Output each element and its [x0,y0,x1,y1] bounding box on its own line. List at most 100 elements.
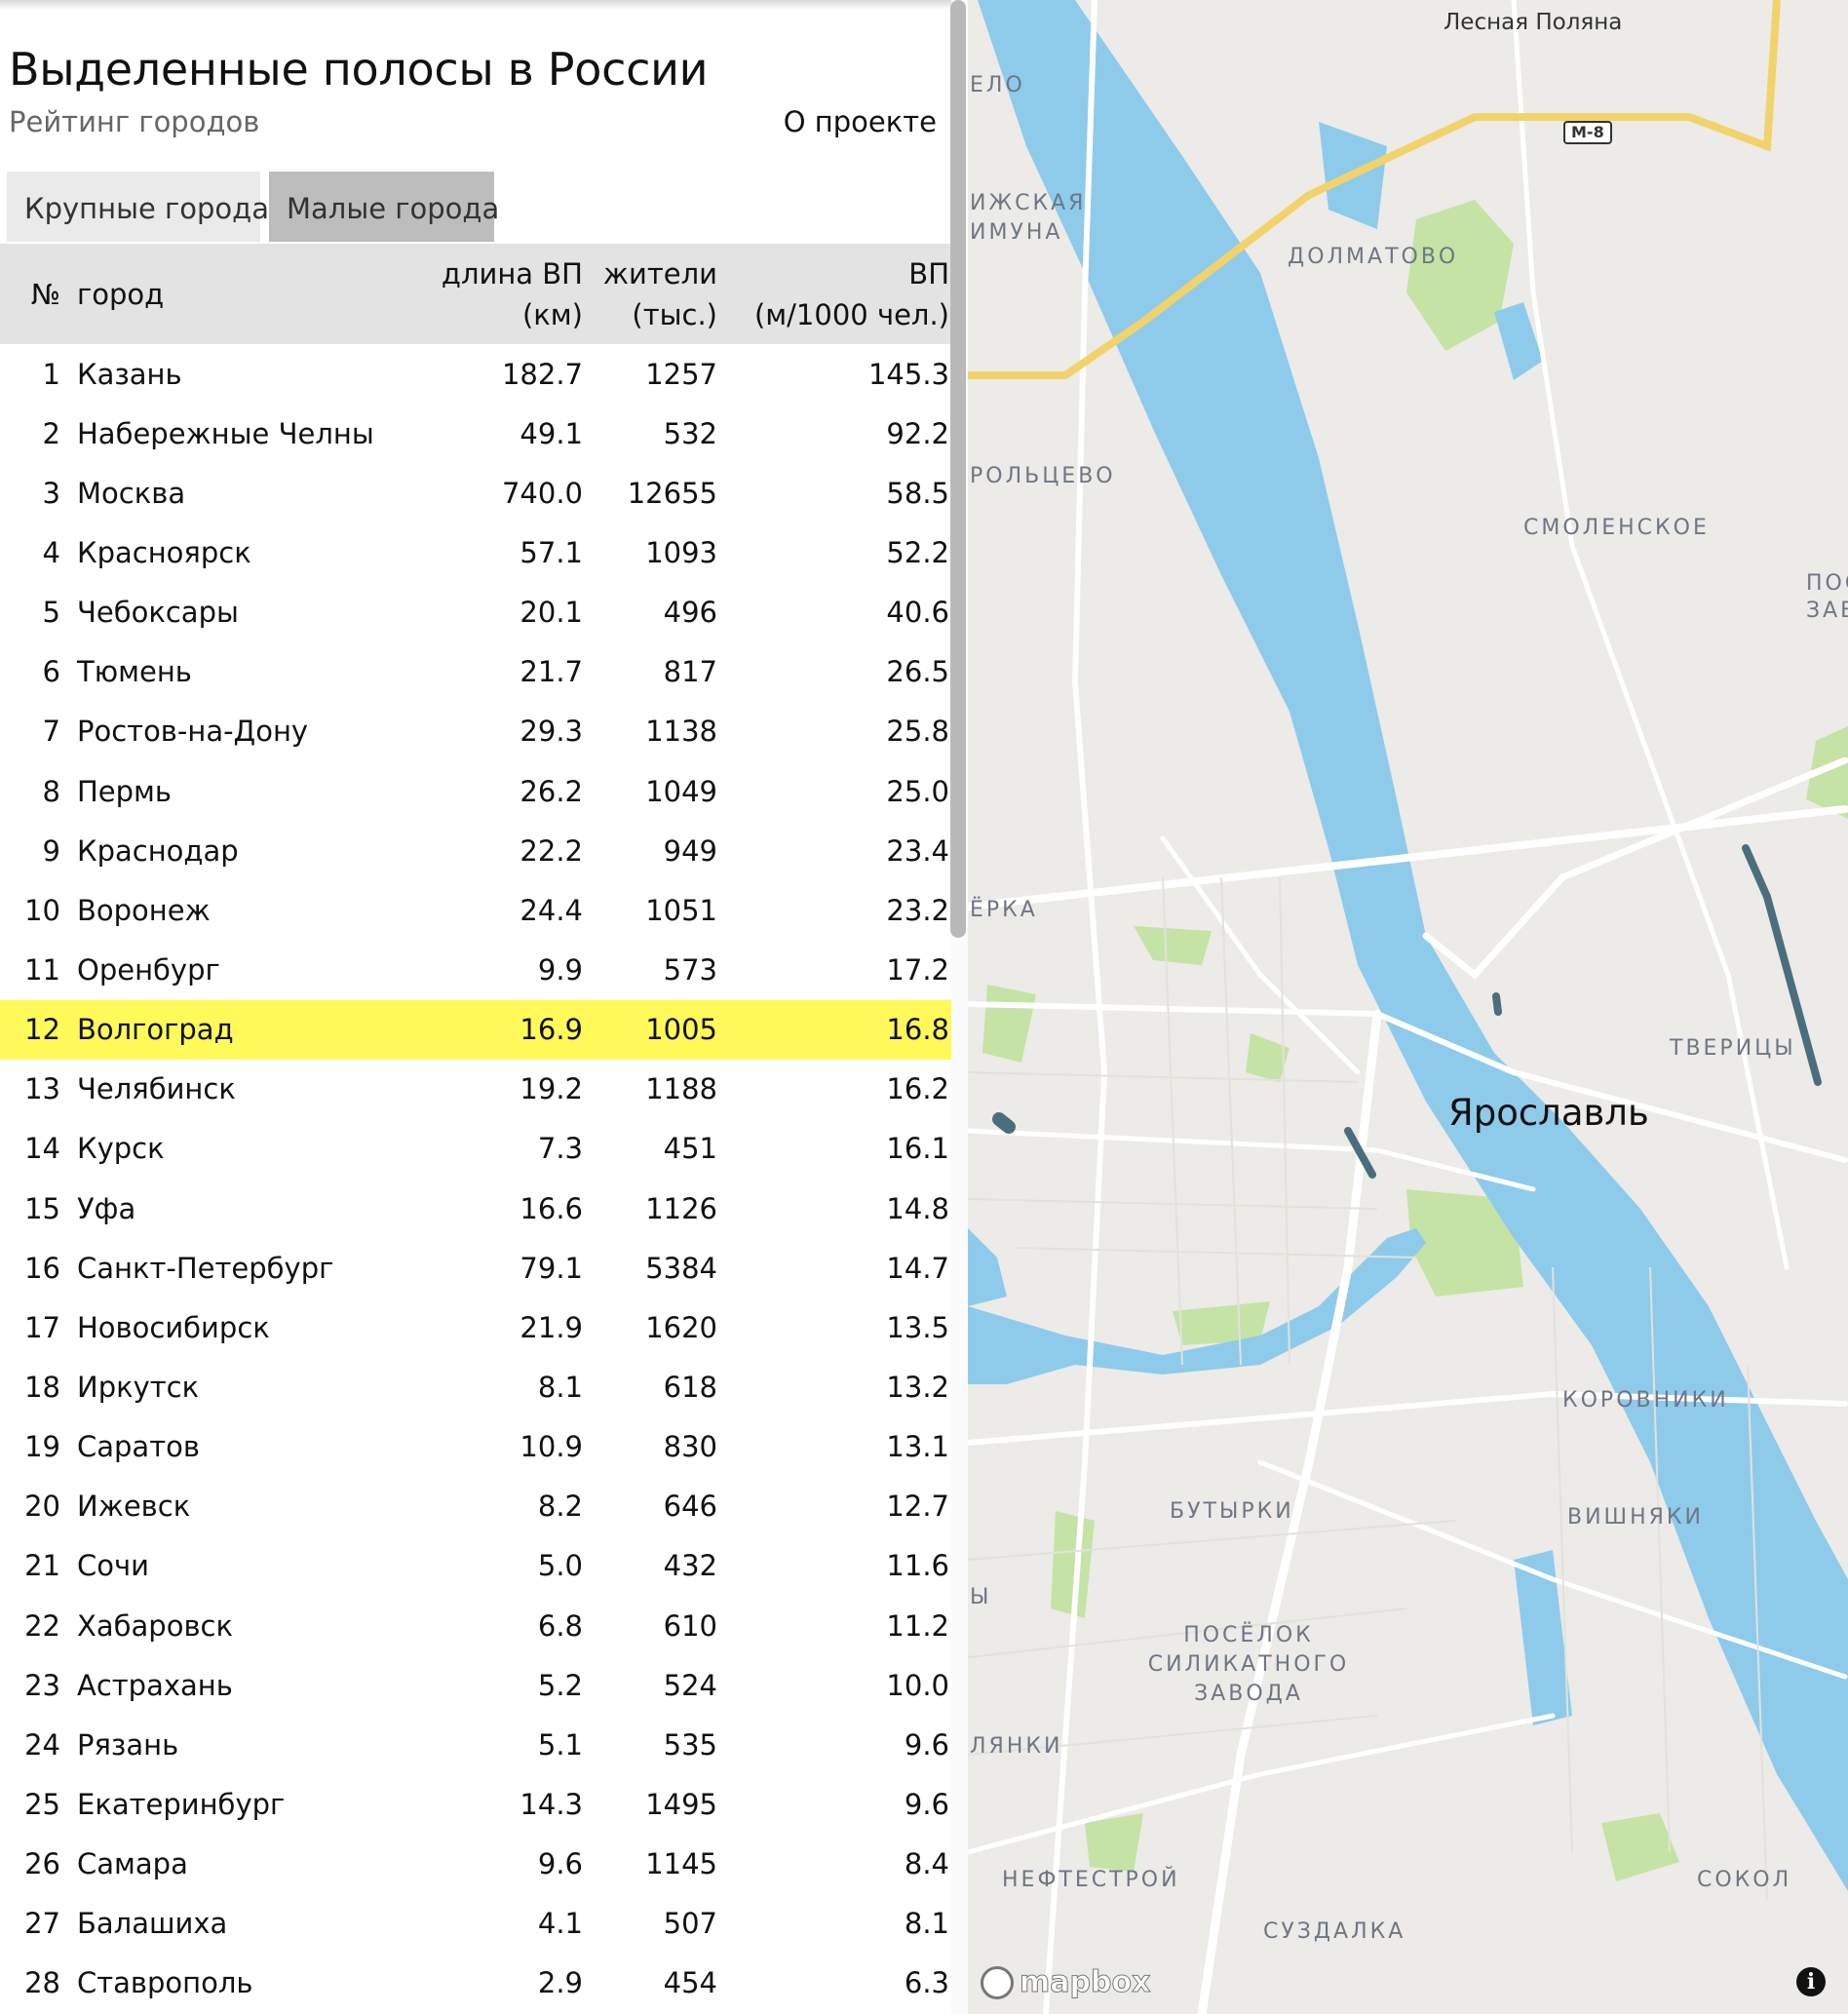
table-row[interactable]: 23 Астрахань 5.2 524 10.0 [0,1655,968,1715]
bus-lane-bridge [1492,992,1502,1016]
row-city: Оренбург [77,952,220,987]
table-row[interactable]: 7 Ростов-на-Дону 29.3 1138 25.8 [0,702,968,761]
row-lanes-per-capita: 145.3 [867,357,949,391]
header-vp-line1: ВП [908,256,949,290]
road-shield-m8: М-8 [1563,121,1612,144]
row-number: 4 [42,535,60,569]
row-lane-length: 182.7 [501,357,583,391]
table-row[interactable]: 19 Саратов 10.9 830 13.1 [0,1417,968,1477]
row-lanes-per-capita: 23.2 [886,893,949,927]
row-number: 23 [24,1668,60,1702]
row-lanes-per-capita: 10.0 [886,1668,949,1702]
row-city: Астрахань [77,1668,233,1702]
district-tveritsy: ТВЕРИЦЫ [1670,1036,1796,1061]
table-row[interactable]: 26 Самара 9.6 1145 8.4 [0,1835,968,1894]
district-sokol: СОКОЛ [1697,1868,1792,1892]
map-view[interactable]: ЕЛО ИЖСКАЯ ИМУНА РОЛЬЦЕВО ПОС ЗАВ ЁРКА Ы… [968,0,1848,2014]
page-subtitle: Рейтинг городов [9,105,260,138]
row-population: 454 [663,1966,717,2000]
row-lanes-per-capita: 16.8 [717,999,968,1060]
map-label-partial: ИМУНА [970,220,1063,245]
info-icon[interactable]: i [1796,1967,1826,1996]
header-city[interactable]: город [77,244,369,344]
row-number: 10 [24,893,60,927]
table-row[interactable]: 11 Оренбург 9.9 573 17.2 [0,940,968,999]
table-row[interactable]: 4 Красноярск 57.1 1093 52.2 [0,523,968,582]
row-city: Самара [77,1847,188,1881]
row-city: Сочи [77,1549,149,1583]
table-row[interactable]: 10 Воронеж 24.4 1051 23.2 [0,880,968,940]
district-dolmatovo: ДОЛМАТОВО [1288,245,1459,269]
header-population[interactable]: жители (тыс.) [583,244,717,344]
table-row[interactable]: 9 Краснодар 22.2 949 23.4 [0,821,968,880]
row-lane-length: 2.9 [537,1966,583,2000]
header-lane-length-line2: (км) [521,297,583,331]
about-project-link[interactable]: О проекте [784,105,937,138]
header-population-line1: жители [602,256,717,290]
row-lanes-per-capita: 16.1 [886,1132,949,1166]
table-row[interactable]: 14 Курск 7.3 451 16.1 [0,1119,968,1179]
row-city: Красноярск [77,535,251,569]
table-row[interactable]: 6 Тюмень 21.7 817 26.5 [0,642,968,702]
row-city: Чебоксары [77,596,239,630]
table-row[interactable]: 5 Чебоксары 20.1 496 40.6 [0,583,968,642]
header-lane-length[interactable]: длина ВП (км) [369,244,583,344]
row-lanes-per-capita: 13.1 [886,1430,949,1464]
table-row[interactable]: 2 Набережные Челны 49.1 532 92.2 [0,404,968,463]
park [1601,1813,1679,1881]
map-canvas[interactable] [968,0,1848,2014]
row-city: Иркутск [77,1370,200,1404]
table-row[interactable]: 22 Хабаровск 6.8 610 11.2 [0,1596,968,1655]
table-row[interactable]: 21 Сочи 5.0 432 11.6 [0,1536,968,1596]
table-row[interactable]: 15 Уфа 16.6 1126 14.8 [0,1179,968,1238]
table-row[interactable]: 12 Волгоград 16.9 1005 16.8 [0,999,968,1060]
row-population: 1126 [645,1191,717,1225]
tab-large-cities[interactable]: Крупные города [7,172,269,242]
table-row[interactable]: 16 Санкт-Петербург 79.1 5384 14.7 [0,1238,968,1297]
road [968,1128,1536,1192]
row-number: 15 [24,1191,60,1225]
row-lane-length: 8.1 [537,1370,583,1404]
table-row[interactable]: 25 Екатеринбург 14.3 1495 9.6 [0,1774,968,1834]
district-vishnyaki: ВИШНЯКИ [1567,1505,1704,1530]
row-number: 17 [24,1310,60,1344]
table-row[interactable]: 8 Пермь 26.2 1049 25.0 [0,761,968,821]
table-row[interactable]: 18 Иркутск 8.1 618 13.2 [0,1357,968,1416]
scrollbar-thumb[interactable] [950,0,966,938]
district-korovniki: КОРОВНИКИ [1562,1388,1729,1413]
table-row[interactable]: 13 Челябинск 19.2 1188 16.2 [0,1060,968,1119]
table-row[interactable]: 28 Ставрополь 2.9 454 6.3 [0,1954,968,2013]
row-population: 1145 [645,1847,717,1881]
table-row[interactable]: 24 Рязань 5.1 535 9.6 [0,1715,968,1774]
tab-small-cities[interactable]: Малые города [269,172,499,242]
header-number[interactable]: № [0,244,77,344]
row-lane-length: 21.7 [520,655,583,689]
row-lanes-per-capita: 11.6 [886,1549,949,1583]
mapbox-logo[interactable]: mapbox [981,1965,1151,2000]
row-lanes-per-capita: 13.2 [886,1370,949,1404]
table-row[interactable]: 17 Новосибирск 21.9 1620 13.5 [0,1297,968,1357]
table-row[interactable]: 1 Казань 182.7 1257 145.3 [0,344,968,404]
map-label-partial: ИЖСКАЯ [970,191,1087,215]
row-number: 3 [42,476,60,510]
table-row[interactable]: 3 Москва 740.0 12655 58.5 [0,463,968,523]
row-lane-length: 21.9 [520,1310,583,1344]
park [1085,1813,1143,1872]
row-number: 16 [24,1251,60,1285]
row-lanes-per-capita: 92.2 [886,416,949,450]
row-lane-length: 5.1 [537,1727,583,1762]
table-body: 1 Казань 182.7 1257 145.3 2 Набережные Челны 49… [0,344,968,2013]
row-population: 535 [663,1727,717,1762]
table-row[interactable]: 20 Ижевск 8.2 646 12.7 [0,1477,968,1536]
row-lane-length: 20.1 [520,596,583,630]
table-row[interactable]: 27 Балашиха 4.1 507 8.1 [0,1894,968,1954]
park-dolmatovo [1406,200,1514,351]
district-poselok-silikatnogo-zavoda: ПОСЁЛОК СИЛИКАТНОГО ЗАВОДА [1147,1623,1350,1706]
row-population: 949 [663,833,717,868]
row-city: Москва [77,476,186,510]
header-lanes-per-capita[interactable]: ВП (м/1000 чел.) [717,244,968,344]
row-lane-length: 29.3 [520,715,583,749]
row-number: 7 [42,715,60,749]
row-lanes-per-capita: 26.5 [886,655,949,689]
row-population: 1495 [645,1787,717,1821]
